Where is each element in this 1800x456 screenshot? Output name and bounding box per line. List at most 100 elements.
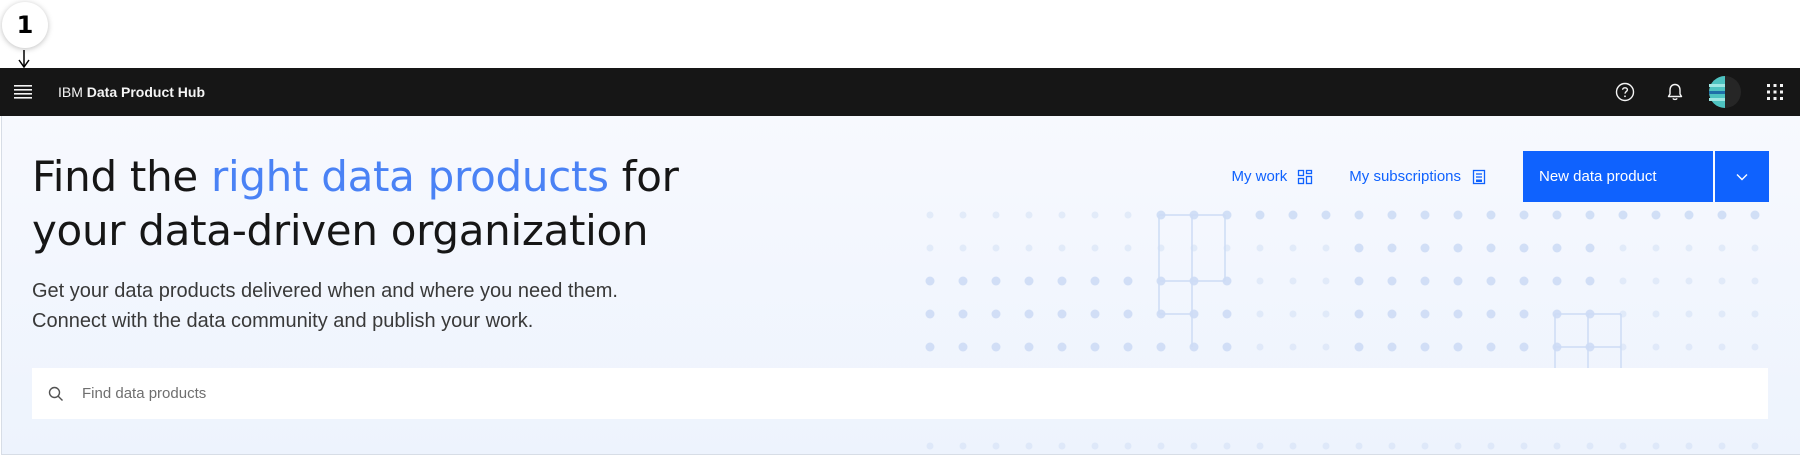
background-dot <box>1553 442 1561 450</box>
background-dot <box>1585 276 1595 286</box>
background-dot <box>1123 309 1133 319</box>
background-dot <box>1289 244 1297 252</box>
background-dot <box>1387 210 1397 220</box>
notifications-button[interactable] <box>1650 68 1700 116</box>
background-dot <box>1751 442 1759 450</box>
background-dot <box>1388 442 1396 450</box>
hero-subtitle-line1: Get your data products delivered when an… <box>32 280 618 302</box>
background-dot <box>992 244 1000 252</box>
product-brand[interactable]: IBM Data Product Hub <box>58 84 205 100</box>
background-dot <box>1420 342 1430 352</box>
background-dot <box>1453 243 1463 253</box>
subscriptions-icon <box>1472 169 1486 184</box>
background-dot <box>1057 276 1067 286</box>
background-dot <box>1718 442 1726 450</box>
background-dot <box>1421 442 1429 450</box>
background-dot <box>1322 244 1330 252</box>
background-dot <box>1123 276 1133 286</box>
help-button[interactable] <box>1600 68 1650 116</box>
background-dot <box>1025 244 1033 252</box>
background-dot <box>1552 243 1562 253</box>
background-dot <box>1289 310 1297 318</box>
brand-name: Data Product Hub <box>86 84 206 100</box>
hamburger-menu-button[interactable] <box>0 68 46 116</box>
search-bar <box>32 368 1768 419</box>
background-dot <box>1652 277 1660 285</box>
background-dot <box>1090 309 1100 319</box>
hero-actions: My work My subscriptions New data produc… <box>1231 151 1769 202</box>
background-dot <box>992 442 1000 450</box>
background-dot <box>1256 277 1264 285</box>
background-dot <box>1685 277 1693 285</box>
notification-icon <box>1667 83 1683 101</box>
my-subscriptions-button[interactable]: My subscriptions <box>1349 152 1487 202</box>
background-dot <box>1090 276 1100 286</box>
background-dot <box>1355 442 1363 450</box>
hero-banner: Find the right data products for your da… <box>1 116 1800 455</box>
menu-icon <box>14 85 32 99</box>
background-dot <box>1387 276 1397 286</box>
user-avatar-button[interactable] <box>1700 68 1750 116</box>
hero-subtitle: Get your data products delivered when an… <box>32 276 618 336</box>
background-dot <box>1486 342 1496 352</box>
background-dot <box>1453 276 1463 286</box>
background-dot <box>1520 442 1528 450</box>
background-dot <box>1354 276 1364 286</box>
background-dot <box>1322 310 1330 318</box>
background-dot <box>1685 442 1693 450</box>
background-dot <box>1519 276 1529 286</box>
background-dot <box>1718 277 1726 285</box>
background-dot <box>1420 243 1430 253</box>
background-dot <box>1289 277 1297 285</box>
background-dot <box>1586 442 1594 450</box>
new-data-product-dropdown-button[interactable] <box>1715 151 1769 202</box>
app-switcher-button[interactable] <box>1750 68 1800 116</box>
background-dot <box>1751 343 1759 351</box>
background-dot <box>925 342 935 352</box>
background-dot <box>1751 277 1759 285</box>
dashboard-icon <box>1298 169 1313 184</box>
background-dot <box>1651 210 1661 220</box>
background-dot <box>1354 342 1364 352</box>
background-dot <box>1124 244 1132 252</box>
background-dot <box>1453 210 1463 220</box>
my-work-label: My work <box>1231 168 1288 185</box>
background-dot <box>1354 210 1364 220</box>
background-dot <box>1453 309 1463 319</box>
background-dot <box>926 442 934 450</box>
background-dot <box>1519 309 1529 319</box>
background-dot <box>1190 442 1198 450</box>
background-dot <box>1486 210 1496 220</box>
background-dot <box>1420 210 1430 220</box>
new-data-product-label: New data product <box>1539 168 1657 185</box>
my-work-button[interactable]: My work <box>1231 152 1313 202</box>
background-dot <box>1718 244 1726 252</box>
background-dot <box>925 276 935 286</box>
background-dot <box>1322 277 1330 285</box>
background-dot <box>1718 343 1726 351</box>
background-dot <box>1256 310 1264 318</box>
callout-arrow-icon <box>18 50 30 68</box>
background-dot <box>1387 309 1397 319</box>
brand-prefix: IBM <box>58 84 83 100</box>
background-dot <box>1024 342 1034 352</box>
search-input[interactable] <box>80 384 1684 403</box>
hero-subtitle-line2: Connect with the data community and publ… <box>32 310 534 332</box>
app-switcher-icon <box>1767 84 1783 100</box>
background-dot <box>1751 310 1759 318</box>
background-dot <box>1354 243 1364 253</box>
new-data-product-button[interactable]: New data product <box>1523 151 1713 202</box>
background-dot <box>1619 442 1627 450</box>
background-dot <box>1552 276 1562 286</box>
background-dot <box>925 309 935 319</box>
background-dot <box>1058 442 1066 450</box>
background-dot <box>1091 211 1099 219</box>
background-dot <box>1585 243 1595 253</box>
my-subscriptions-label: My subscriptions <box>1349 168 1461 185</box>
background-dot <box>1750 210 1760 220</box>
background-dot <box>1652 442 1660 450</box>
background-dot <box>958 276 968 286</box>
background-dot <box>1321 210 1331 220</box>
background-dot <box>1552 210 1562 220</box>
background-dot <box>1717 210 1727 220</box>
